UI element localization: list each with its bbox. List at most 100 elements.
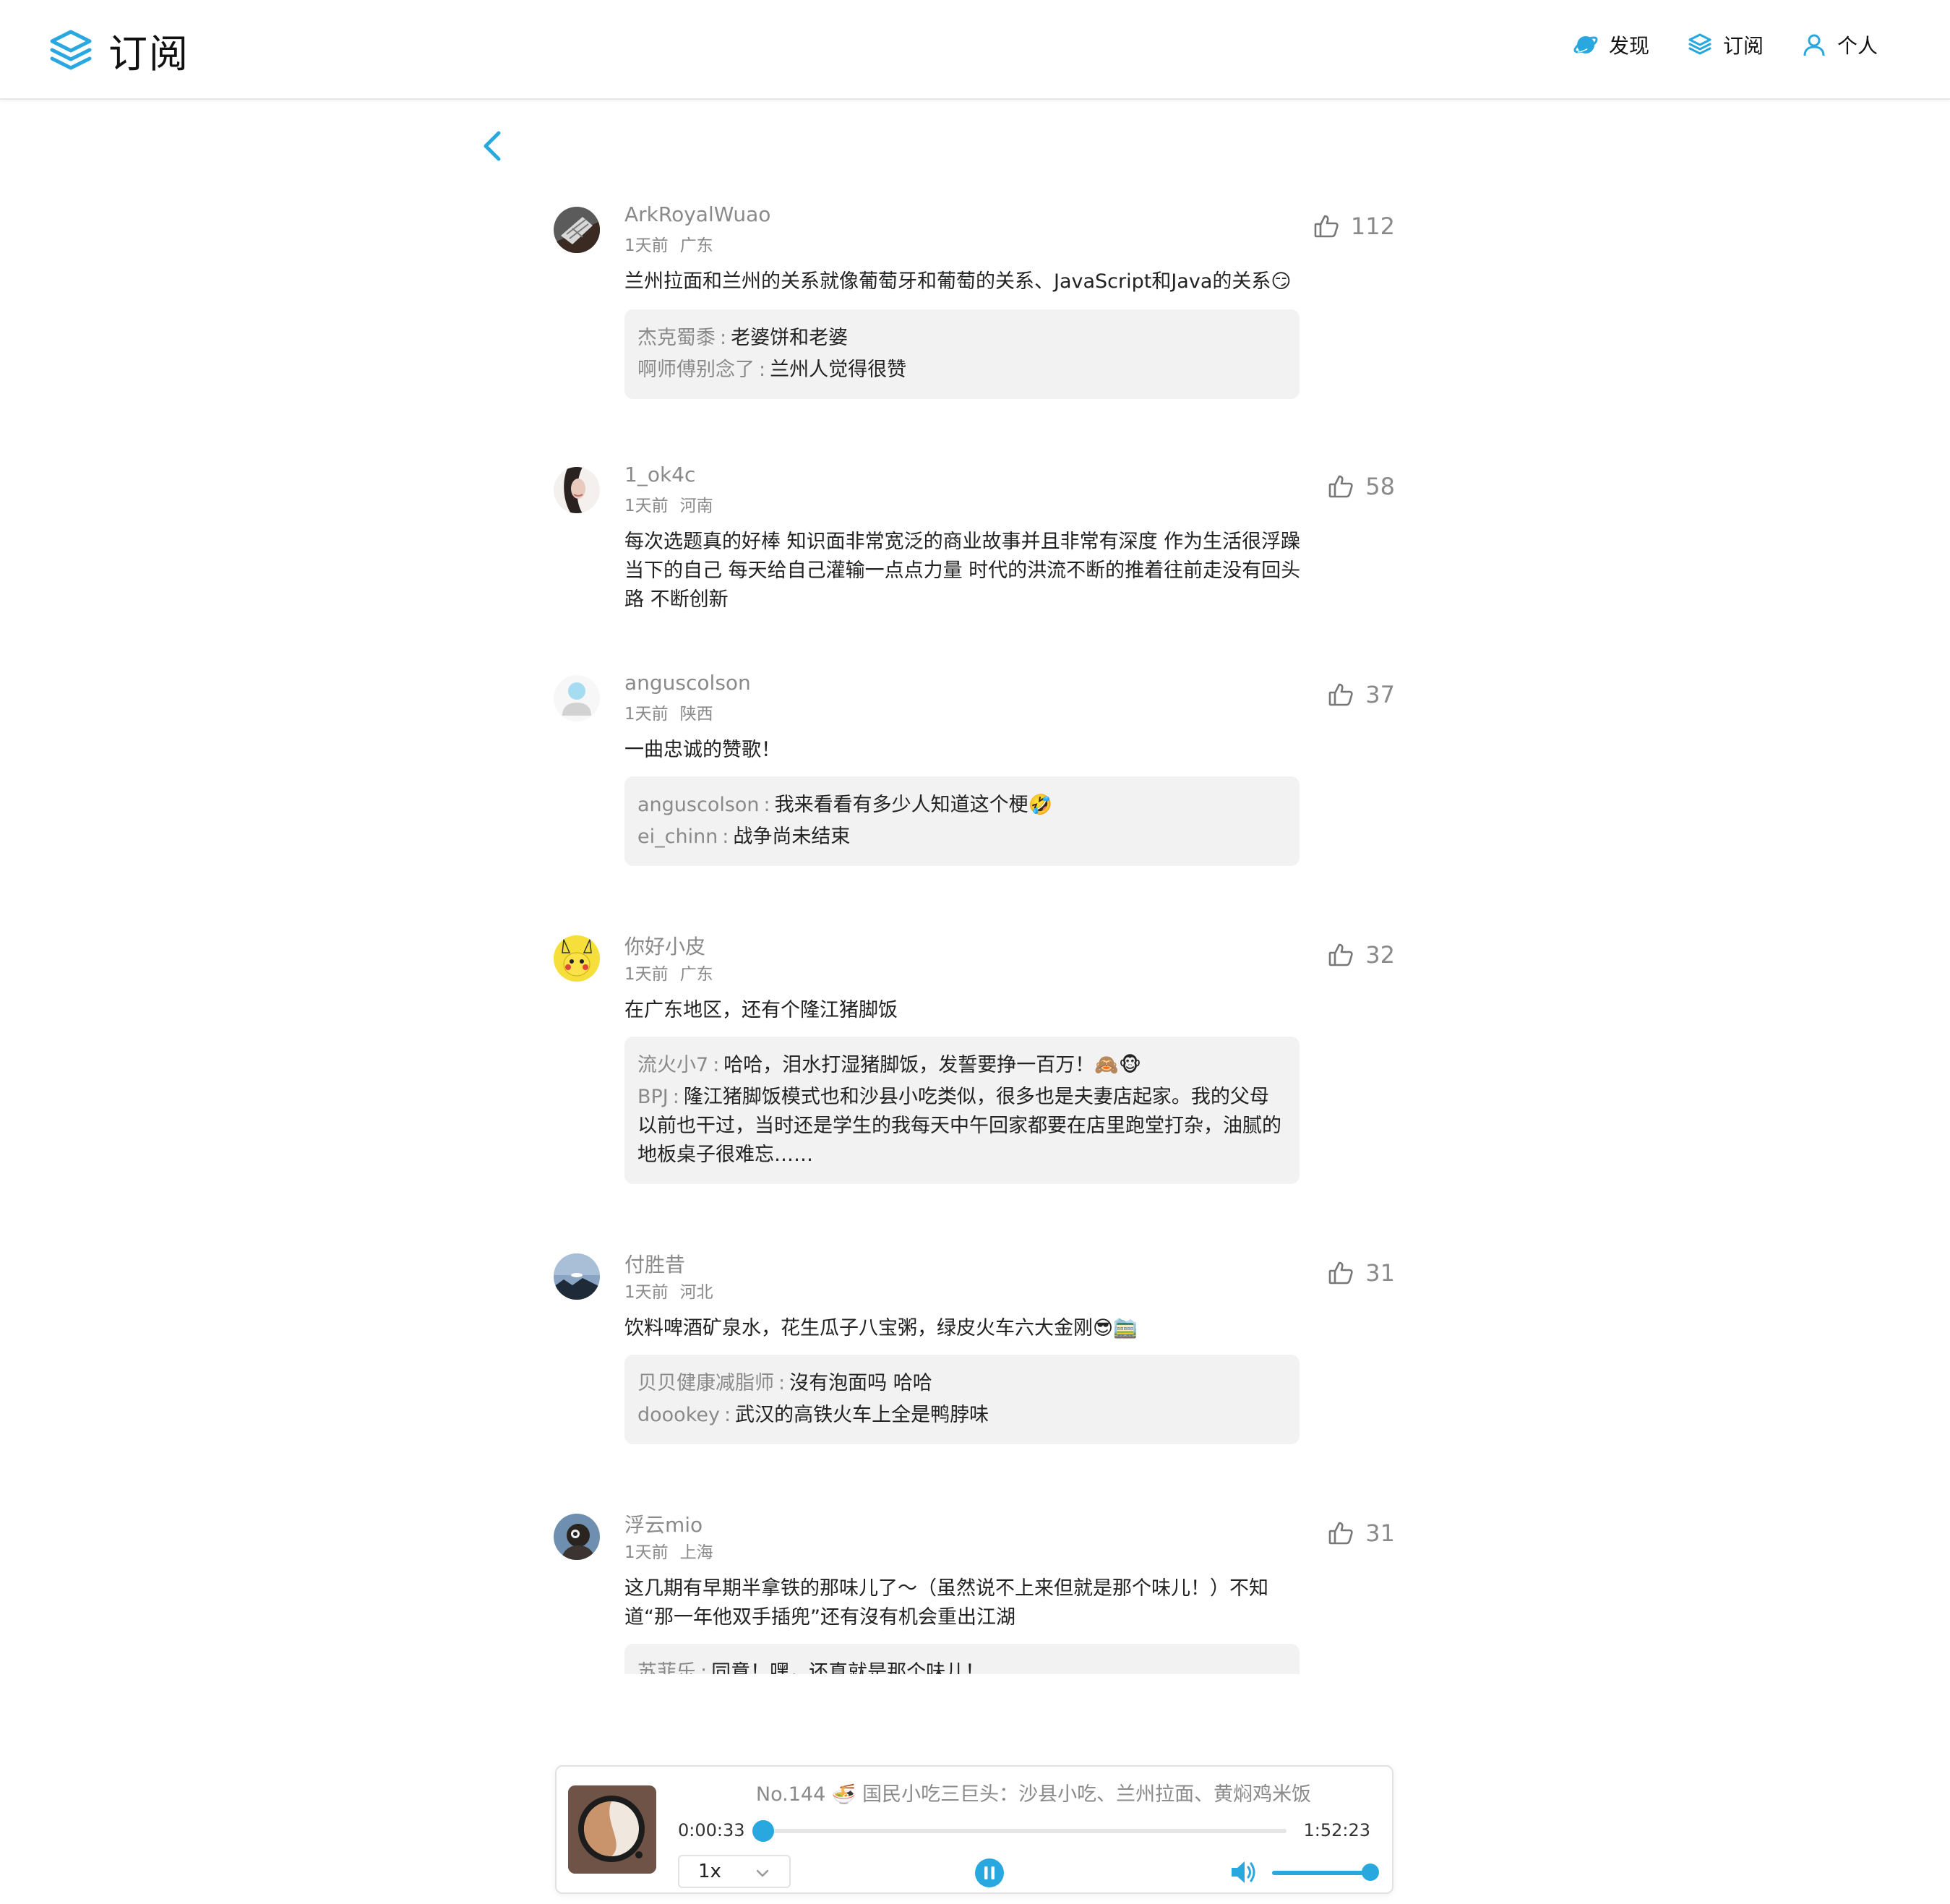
thumbs-up-icon	[1328, 475, 1353, 498]
comment-list[interactable]: ArkRoyalWuao 1天前 广东 112 兰州拉面和兰州的关系就像葡萄牙和葡…	[0, 173, 1950, 1674]
reply-text: 哈哈，泪水打湿猪脚饭，发誓要挣一百万！🙈🐵	[723, 1054, 1142, 1076]
user-icon	[1803, 34, 1825, 56]
speaker-icon[interactable]	[1229, 1858, 1258, 1887]
avatar-image	[554, 467, 600, 513]
progress-knob[interactable]	[752, 1820, 774, 1842]
comment-username[interactable]: ArkRoyalWuao	[624, 202, 770, 226]
reply-item: anguscolson: 我来看看有多少人知道这个梗🤣	[637, 791, 1288, 820]
comment-meta: 1天前 河南	[624, 492, 713, 516]
comment-username[interactable]: 你好小皮	[624, 931, 705, 960]
cover-art	[568, 1785, 656, 1874]
volume-knob[interactable]	[1362, 1864, 1379, 1881]
progress-slider[interactable]	[752, 1820, 1287, 1842]
avatar[interactable]	[554, 935, 600, 982]
like-button[interactable]: 32	[1328, 941, 1395, 969]
comment-time: 1天前	[624, 497, 669, 515]
reply-username[interactable]: 苏菲乐	[637, 1661, 696, 1674]
comment-text: 这几期有早期半拿铁的那味儿了～（虽然说不上来但就是那个味儿！）不知道“那一年他双…	[624, 1577, 1268, 1629]
reply-text: 兰州人觉得很赞	[770, 359, 907, 381]
reply-username[interactable]: 啊师傅别念了	[637, 359, 755, 381]
reply-separator: :	[722, 826, 729, 848]
chevron-left-icon[interactable]	[477, 129, 509, 163]
nav-subscribe[interactable]: 订阅	[1687, 30, 1764, 59]
comment-location: 广东	[679, 236, 713, 255]
brand[interactable]: 订阅	[48, 22, 189, 79]
audio-player: No.144 🍜 国民小吃三巨头：沙县小吃、兰州拉面、黄焖鸡米饭 0:00:33…	[555, 1765, 1393, 1894]
comment-text: 每次选题真的好棒 知识面非常宽泛的商业故事并且非常有深度 作为生活很浮躁当下的自…	[624, 531, 1301, 611]
comment-time: 1天前	[624, 705, 669, 724]
like-count: 31	[1365, 1519, 1395, 1547]
avatar-image	[554, 675, 600, 721]
reply-separator: :	[700, 1661, 708, 1674]
reply-box[interactable]: anguscolson: 我来看看有多少人知道这个梗🤣 ei_chinn: 战争尚未…	[624, 776, 1300, 866]
reply-box[interactable]: 杰克蜀黍: 老婆饼和老婆 啊师傅别念了: 兰州人觉得很赞	[624, 309, 1300, 399]
total-time: 1:52:23	[1303, 1820, 1370, 1840]
like-button[interactable]: 112	[1313, 213, 1395, 240]
reply-box[interactable]: 贝贝健康减脂师: 沒有泡面吗 哈哈 doookey: 武汉的高铁火车上全是鸭脖味	[624, 1355, 1300, 1444]
reply-username[interactable]: doookey	[637, 1404, 720, 1426]
thumbs-up-icon	[1328, 943, 1353, 966]
thumbs-up-icon	[1328, 683, 1353, 706]
avatar-image	[554, 1514, 600, 1560]
reply-text: 老婆饼和老婆	[731, 327, 849, 349]
planet-icon	[1573, 36, 1598, 53]
comment-username[interactable]: 付胜昔	[624, 1249, 685, 1278]
nav-subscribe-label: 订阅	[1722, 34, 1764, 58]
comment-time: 1天前	[624, 1283, 669, 1302]
nav-profile[interactable]: 个人	[1801, 30, 1878, 59]
reply-username[interactable]: BPJ	[637, 1086, 669, 1108]
like-count: 112	[1350, 213, 1395, 240]
reply-text: 战争尚未结束	[733, 826, 851, 848]
reply-box[interactable]: 流火小7: 哈哈，泪水打湿猪脚饭，发誓要挣一百万！🙈🐵 BPJ: 隆江猪脚饭模式也和…	[624, 1037, 1300, 1184]
nav-discover[interactable]: 发现	[1573, 30, 1649, 59]
thumbs-up-icon	[1314, 215, 1339, 238]
comment-location: 上海	[679, 1543, 713, 1562]
avatar-image	[554, 1253, 600, 1300]
comment-meta: 1天前 上海	[624, 1538, 713, 1563]
reply-item: 贝贝健康减脂师: 沒有泡面吗 哈哈	[637, 1369, 1288, 1398]
comment-meta: 1天前 广东	[624, 231, 713, 256]
thumbs-up-icon	[1328, 1522, 1353, 1545]
comment-username[interactable]: anguscolson	[624, 671, 751, 695]
like-button[interactable]: 31	[1328, 1519, 1395, 1547]
reply-username[interactable]: 流火小7	[637, 1054, 708, 1076]
reply-separator: :	[713, 1054, 720, 1076]
comment-text: 兰州拉面和兰州的关系就像葡萄牙和葡萄的关系、JavaScript和Java的关系…	[624, 270, 1292, 293]
avatar-image	[554, 935, 600, 982]
avatar[interactable]	[554, 675, 600, 721]
avatar[interactable]	[554, 1514, 600, 1560]
reply-item: BPJ: 隆江猪脚饭模式也和沙县小吃类似，很多也是夫妻店起家。我的父母以前也干过，…	[637, 1083, 1288, 1170]
reply-username[interactable]: 贝贝健康减脂师	[637, 1372, 774, 1394]
pause-icon[interactable]	[974, 1858, 1005, 1888]
reply-text: 沒有泡面吗 哈哈	[789, 1372, 932, 1394]
like-button[interactable]: 58	[1328, 473, 1395, 500]
reply-username[interactable]: 杰克蜀黍	[637, 327, 716, 349]
volume-fill	[1272, 1871, 1370, 1875]
comment-username[interactable]: 1_ok4c	[624, 463, 695, 486]
reply-item: 啊师傅别念了: 兰州人觉得很赞	[637, 356, 1288, 385]
app-title: 订阅	[108, 31, 189, 77]
like-button[interactable]: 31	[1328, 1259, 1395, 1287]
episode-cover[interactable]	[568, 1785, 656, 1874]
volume-slider[interactable]	[1272, 1864, 1379, 1881]
avatar[interactable]	[554, 207, 600, 253]
like-count: 37	[1365, 681, 1395, 708]
speed-select[interactable]: 1x	[678, 1855, 791, 1888]
avatar[interactable]	[554, 1253, 600, 1300]
chevron-down-icon	[756, 1869, 769, 1877]
like-button[interactable]: 37	[1328, 681, 1395, 708]
thumbs-up-icon	[1328, 1261, 1353, 1285]
comment-time: 1天前	[624, 1543, 669, 1562]
nav-discover-label: 发现	[1608, 34, 1649, 58]
comment-location: 陕西	[679, 705, 713, 724]
reply-separator: :	[763, 794, 770, 816]
comment-username[interactable]: 浮云mio	[624, 1509, 703, 1538]
like-count: 58	[1365, 473, 1395, 500]
reply-separator: :	[759, 359, 766, 381]
comment-meta: 1天前 广东	[624, 960, 713, 985]
avatar[interactable]	[554, 467, 600, 513]
reply-username[interactable]: anguscolson	[637, 794, 760, 816]
reply-box[interactable]: 苏菲乐: 同意！嘿，还真就是那个味儿！	[624, 1644, 1300, 1674]
comment-time: 1天前	[624, 236, 669, 255]
reply-username[interactable]: ei_chinn	[637, 826, 718, 848]
